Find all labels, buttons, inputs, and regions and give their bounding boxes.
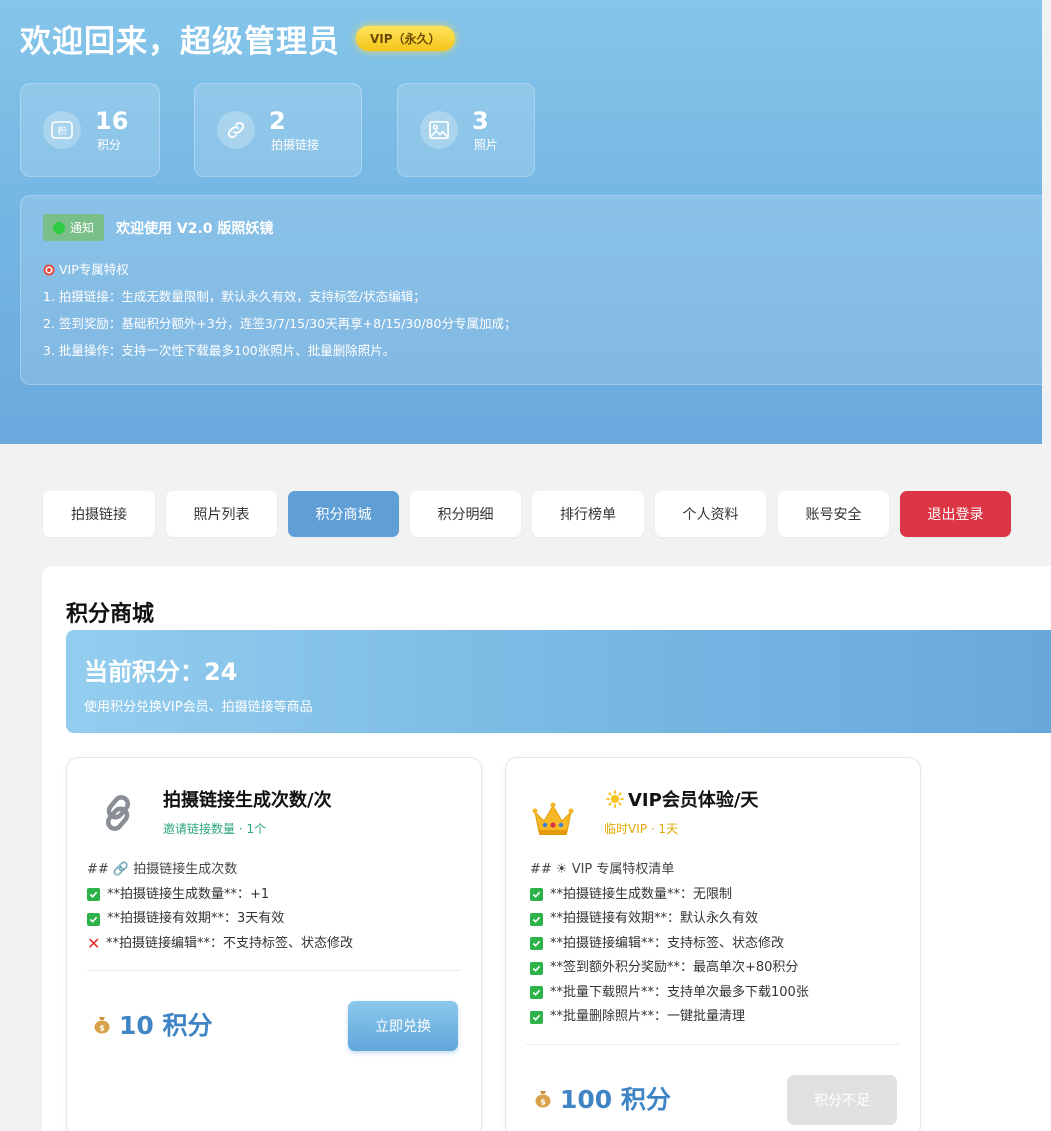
stat-links: 2 拍摄链接 <box>194 83 362 177</box>
product-subtitle: 临时VIP · 1天 <box>604 822 679 836</box>
svg-text:$: $ <box>99 1024 105 1033</box>
check-icon <box>530 1010 543 1024</box>
sun-icon <box>606 790 624 808</box>
feature-line: **拍摄链接生成数量**：+1 <box>87 883 353 908</box>
logout-button[interactable]: 退出登录 <box>900 491 1011 537</box>
notice-title: 欢迎使用 V2.0 版照妖镜 <box>116 220 274 237</box>
tab-profile[interactable]: 个人资料 <box>655 491 766 537</box>
redeem-button[interactable]: 立即兑换 <box>348 1001 458 1051</box>
notice-line: 3. 批量操作：支持一次性下载最多100张照片、批量删除照片。 <box>43 343 396 358</box>
product-name: 拍摄链接生成次数/次 <box>163 790 332 811</box>
welcome-title: 欢迎回来，超级管理员 <box>20 24 340 60</box>
notice-lines: VIP专属特权 1. 拍摄链接：生成无数量限制，默认永久有效，支持标签/状态编辑… <box>43 256 516 364</box>
product-price: $ 100 积分 <box>534 1080 671 1116</box>
stat-points: 积 16 积分 <box>20 83 160 177</box>
desc-header: ## 🔗 拍摄链接生成次数 <box>87 862 238 877</box>
product-subtitle: 邀请链接数量 · 1个 <box>163 822 267 836</box>
chain-link-icon <box>93 788 143 838</box>
tab-points-detail[interactable]: 积分明细 <box>410 491 521 537</box>
tab-leaderboard[interactable]: 排行榜单 <box>532 491 644 537</box>
image-icon <box>420 111 458 149</box>
tab-photo-list[interactable]: 照片列表 <box>166 491 277 537</box>
desc-header: ## ☀ VIP 专属特权清单 <box>530 862 675 877</box>
header-banner: 欢迎回来，超级管理员 VIP（永久） 积 16 积分 2 拍摄链接 3 照片 通… <box>0 0 1042 444</box>
feature-line: **拍摄链接编辑**：支持标签、状态修改 <box>530 932 809 957</box>
feature-line: **拍摄链接有效期**：3天有效 <box>87 907 353 932</box>
insufficient-points-button[interactable]: 积分不足 <box>787 1075 897 1125</box>
divider <box>526 1044 900 1045</box>
product-name: VIP会员体验/天 <box>606 786 758 812</box>
product-card: VIP会员体验/天 临时VIP · 1天 ## ☀ VIP 专属特权清单 **拍… <box>505 757 921 1131</box>
welcome-row: 欢迎回来，超级管理员 VIP（永久） <box>20 16 455 61</box>
notice-line: 1. 拍摄链接：生成无数量限制，默认永久有效，支持标签/状态编辑； <box>43 289 426 304</box>
svg-text:积: 积 <box>57 125 66 137</box>
check-icon <box>530 912 543 926</box>
feature-line: **拍摄链接生成数量**：无限制 <box>530 883 809 908</box>
feature-line: **批量删除照片**：一键批量清理 <box>530 1005 809 1030</box>
points-ticket-icon: 积 <box>43 111 81 149</box>
current-points-banner: 当前积分：24 使用积分兑换VIP会员、拍摄链接等商品 <box>66 630 1051 733</box>
stat-points-label: 积分 <box>97 137 122 152</box>
stat-points-value: 16 <box>95 106 129 135</box>
green-dot-icon <box>53 221 65 234</box>
cross-icon: ✕ <box>87 933 101 953</box>
current-points: 当前积分：24 <box>84 658 238 686</box>
target-icon <box>43 264 55 276</box>
notice-line: VIP专属特权 <box>43 256 516 283</box>
check-icon <box>530 888 543 902</box>
money-bag-icon: $ <box>94 1017 110 1034</box>
tab-account-security[interactable]: 账号安全 <box>778 491 889 537</box>
notice-box: 通知 欢迎使用 V2.0 版照妖镜 VIP专属特权 1. 拍摄链接：生成无数量限… <box>20 195 1042 385</box>
crown-icon <box>528 794 578 844</box>
money-bag-icon: $ <box>535 1091 551 1108</box>
feature-line: **拍摄链接有效期**：默认永久有效 <box>530 907 809 932</box>
link-icon <box>217 111 255 149</box>
stat-links-value: 2 <box>269 106 286 135</box>
check-icon <box>87 888 100 902</box>
feature-line: **批量下载照片**：支持单次最多下载100张 <box>530 981 809 1006</box>
product-card: 拍摄链接生成次数/次 邀请链接数量 · 1个 ## 🔗 拍摄链接生成次数 **拍… <box>66 757 482 1131</box>
product-description: ## ☀ VIP 专属特权清单 **拍摄链接生成数量**：无限制 **拍摄链接有… <box>530 858 809 1030</box>
check-icon <box>87 912 100 926</box>
feature-line: **签到额外积分奖励**：最高单次+80积分 <box>530 956 809 981</box>
product-description: ## 🔗 拍摄链接生成次数 **拍摄链接生成数量**：+1 **拍摄链接有效期*… <box>87 858 353 956</box>
page-title: 积分商城 <box>66 602 155 627</box>
tab-capture-links[interactable]: 拍摄链接 <box>43 491 155 537</box>
tab-points-shop[interactable]: 积分商城 <box>288 491 399 537</box>
svg-text:$: $ <box>540 1098 546 1107</box>
vip-badge: VIP（永久） <box>356 26 455 51</box>
notice-tag: 通知 <box>43 214 105 241</box>
stat-photos-value: 3 <box>472 106 489 135</box>
divider <box>87 970 461 971</box>
points-shop-panel: 积分商城 当前积分：24 使用积分兑换VIP会员、拍摄链接等商品 拍摄链接生成次… <box>42 566 1051 1131</box>
notice-line: 2. 签到奖励：基础积分额外+3分，连签3/7/15/30天再享+8/15/30… <box>43 316 517 331</box>
product-price: $ 10 积分 <box>93 1006 213 1042</box>
check-icon <box>530 937 543 951</box>
check-icon <box>530 961 543 975</box>
stat-photos: 3 照片 <box>397 83 535 177</box>
stat-photos-label: 照片 <box>474 137 499 152</box>
feature-line: ✕ **拍摄链接编辑**：不支持标签、状态修改 <box>87 932 353 957</box>
check-icon <box>530 986 543 1000</box>
stat-links-label: 拍摄链接 <box>271 137 320 152</box>
points-subtitle: 使用积分兑换VIP会员、拍摄链接等商品 <box>84 700 313 715</box>
